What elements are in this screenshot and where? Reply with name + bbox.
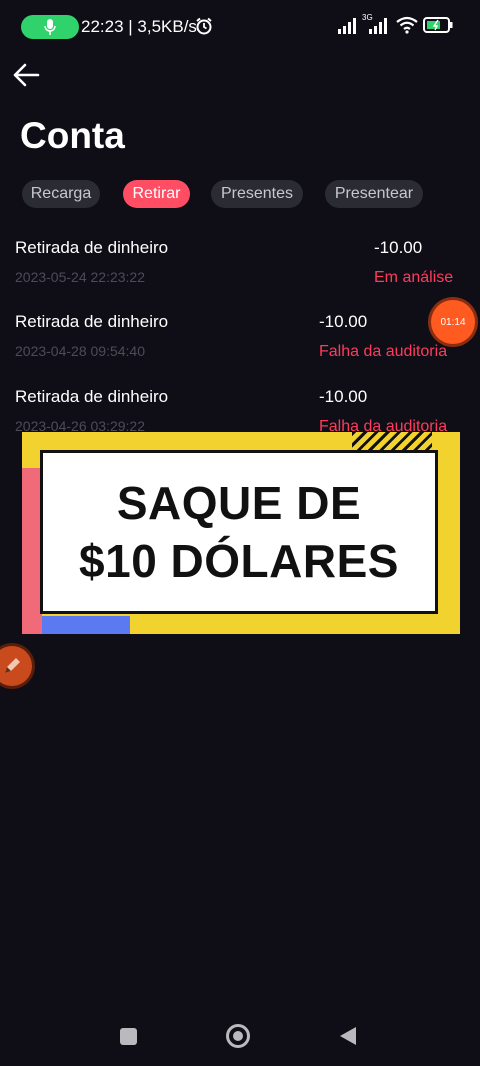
tab-presentear[interactable]: Presentear [325,180,423,208]
banner-line-2: $10 DÓLARES [79,535,399,587]
tab-retirar[interactable]: Retirar [123,180,190,208]
microphone-indicator[interactable] [21,15,79,39]
record-date: 2023-04-28 09:54:40 [15,343,145,359]
banner-line-1: SAQUE DE [116,477,362,529]
alarm-icon [196,17,212,35]
banner-blue-stripe [42,616,130,634]
record-status: Em análise [374,269,454,286]
banner-hatch-decoration [352,432,432,452]
home-button[interactable] [226,1024,250,1048]
signal-icon [369,18,387,34]
edit-button[interactable] [0,646,32,686]
banner-text-box: SAQUE DE $10 DÓLARES [40,450,438,614]
record-label: Retirada de dinheiro [15,387,169,406]
record-label: Retirada de dinheiro [15,238,169,257]
record-date: 2023-05-24 22:23:22 [15,269,145,285]
record-status: Falha da auditoria [319,343,448,360]
record-amount: -10.00 [319,387,368,406]
nav-back-icon[interactable] [338,1026,358,1046]
timer-bubble[interactable]: 01:14 [431,300,475,344]
record-label: Retirada de dinheiro [15,312,169,331]
list-item[interactable]: Retirada de dinheiro 2023-04-28 09:54:40… [15,312,465,372]
recents-button[interactable] [120,1028,137,1045]
tab-recarga[interactable]: Recarga [22,180,100,208]
page-title: Conta [20,115,125,156]
banner-pink-stripe [22,468,42,634]
record-amount: -10.00 [374,238,423,257]
home-icon [233,1031,243,1041]
signal-icon [338,18,356,34]
battery-icon [423,17,453,33]
back-arrow-icon[interactable] [12,62,40,88]
tab-presentes[interactable]: Presentes [211,180,303,208]
record-amount: -10.00 [319,312,368,331]
list-item[interactable]: Retirada de dinheiro 2023-05-24 22:23:22… [15,238,465,298]
status-time-speed: 22:23 | 3,5KB/s [81,17,197,36]
wifi-icon [396,16,418,34]
promo-banner: SAQUE DE $10 DÓLARES [22,432,460,634]
pencil-icon [5,658,20,673]
status-bar: 22:23 | 3,5KB/s 3G [0,0,480,54]
microphone-icon [44,19,56,35]
